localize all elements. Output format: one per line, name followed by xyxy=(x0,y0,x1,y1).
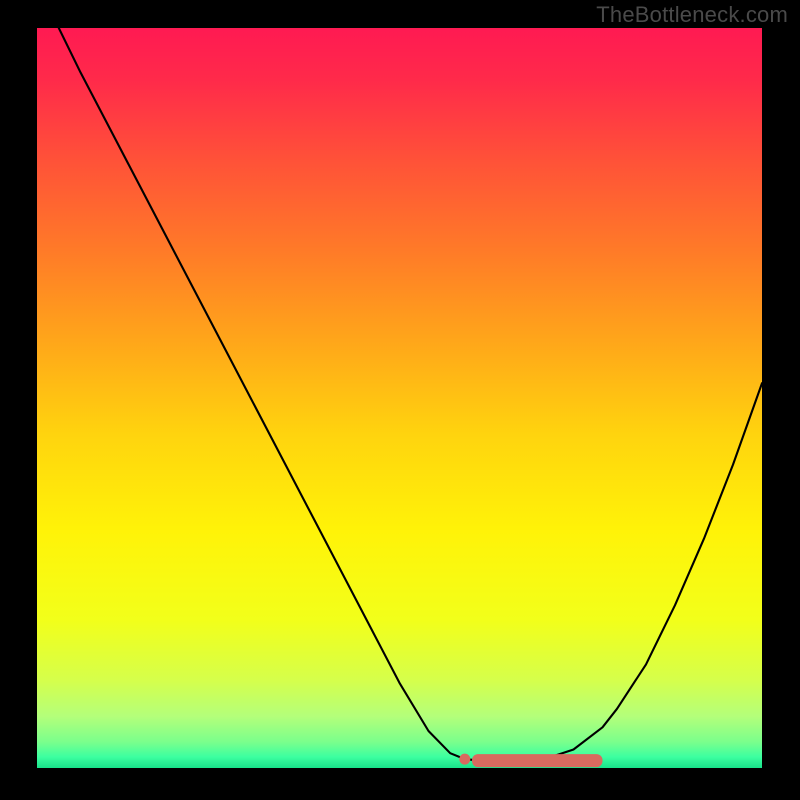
highlight-bar xyxy=(472,754,603,767)
watermark-text: TheBottleneck.com xyxy=(596,2,788,28)
highlight-dot xyxy=(459,754,470,765)
curve-layer xyxy=(37,28,762,768)
bottleneck-curve xyxy=(59,28,762,761)
plot-area xyxy=(37,28,762,768)
chart-frame: TheBottleneck.com xyxy=(0,0,800,800)
